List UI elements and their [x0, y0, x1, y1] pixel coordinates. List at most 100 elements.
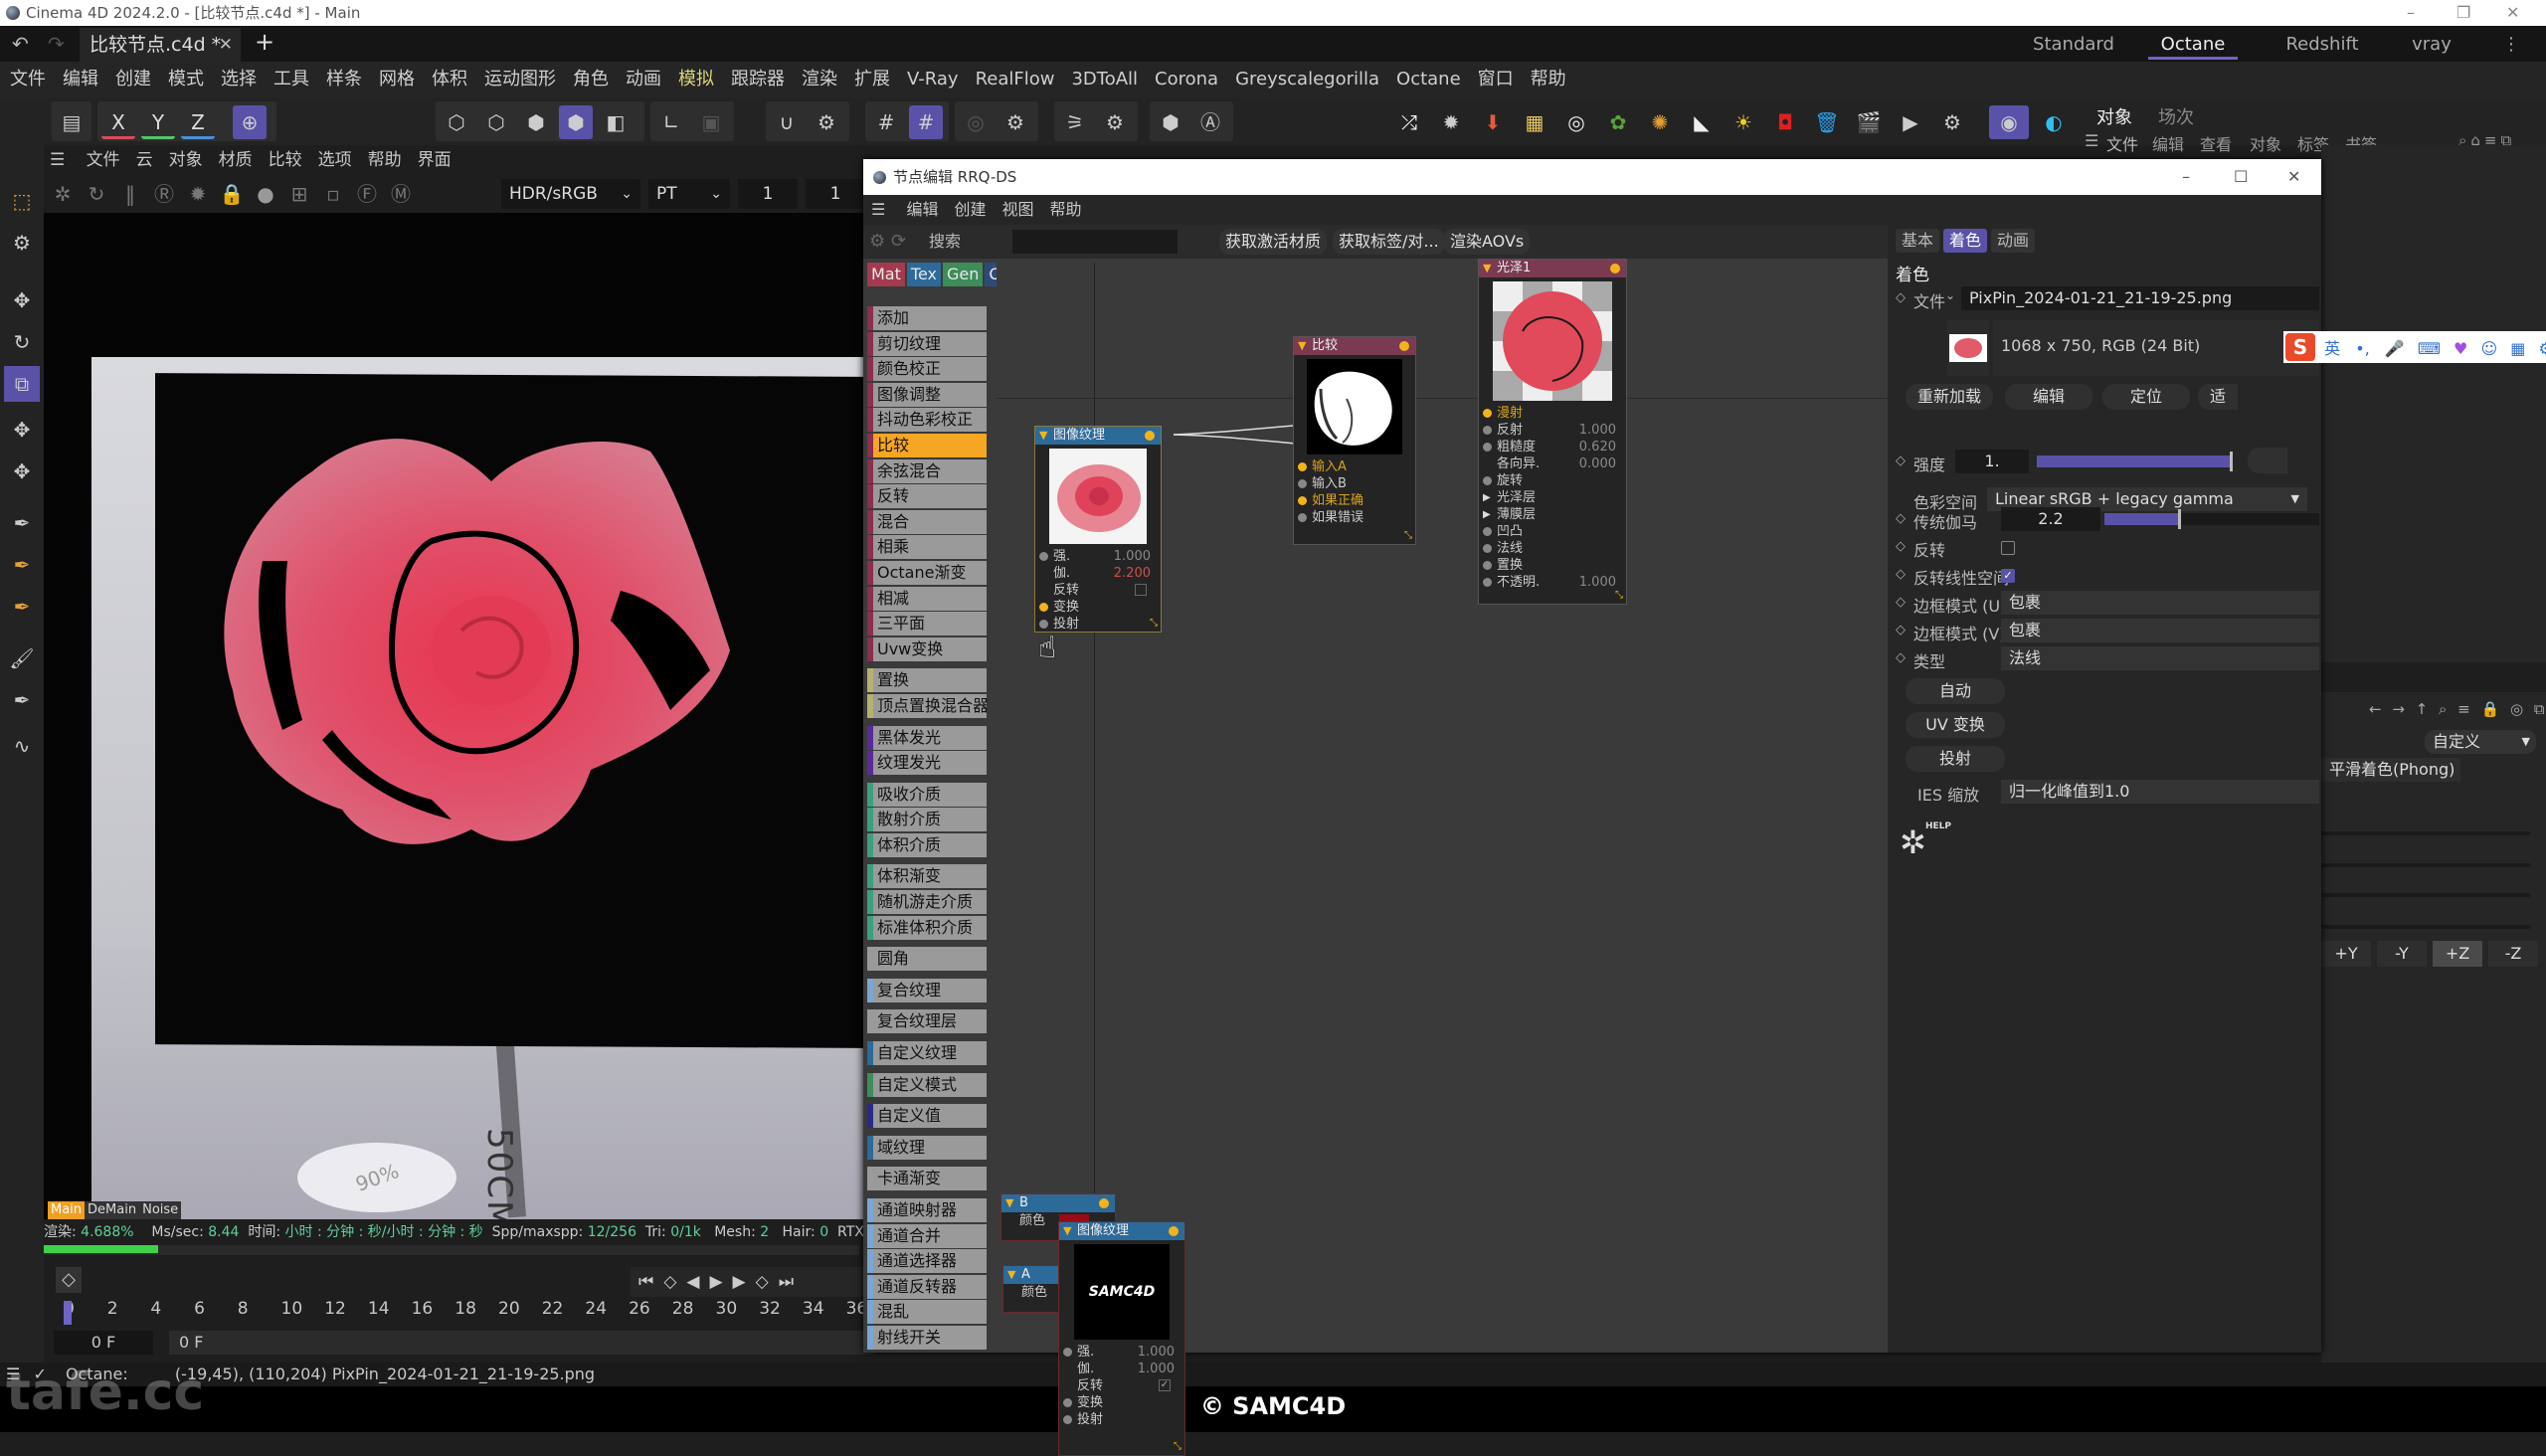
restart-render-icon[interactable]: ↻: [82, 179, 111, 209]
spline-pen-icon[interactable]: ✒: [4, 505, 40, 541]
snap-icon[interactable]: ∪: [770, 105, 804, 139]
view-minus-y-button[interactable]: -Y: [2377, 941, 2427, 967]
om-menu-file[interactable]: 文件: [2106, 131, 2138, 155]
output-port[interactable]: [1399, 341, 1409, 351]
menu-icon[interactable]: ☰: [50, 150, 65, 170]
aov-tab-noise[interactable]: Noise: [139, 1201, 182, 1219]
spotlight-icon[interactable]: ◣: [1685, 105, 1719, 139]
sogou-logo-icon[interactable]: S: [2285, 333, 2315, 361]
node-port-row[interactable]: 凹凸: [1479, 523, 1626, 540]
input-port[interactable]: [1483, 578, 1492, 587]
keyframe-diamond-icon[interactable]: ◇: [1896, 454, 1906, 468]
redo-icon[interactable]: ↷: [48, 32, 65, 56]
skin-icon[interactable]: ♥: [2454, 339, 2467, 358]
menu-mesh[interactable]: 网格: [379, 69, 415, 90]
node-list-item[interactable]: 随机游走介质: [867, 890, 987, 915]
close-tab-icon[interactable]: ✕: [219, 28, 233, 62]
node-header[interactable]: ▼ 光泽1: [1479, 260, 1626, 277]
node-list-item[interactable]: 剪切纹理: [867, 331, 987, 356]
ne-menu-help[interactable]: 帮助: [1049, 200, 1081, 219]
port-value[interactable]: 1.000: [1138, 1361, 1175, 1377]
menu-mode[interactable]: 模式: [168, 69, 204, 90]
menu-greyscalegorilla[interactable]: Greyscalegorilla: [1235, 69, 1379, 90]
aov-tab-main[interactable]: Main: [48, 1201, 86, 1219]
octane-help-icon[interactable]: ✲: [1900, 823, 1926, 861]
pause-icon[interactable]: ‖: [115, 179, 145, 209]
menu-edit[interactable]: 编辑: [63, 69, 98, 90]
cube-pen-icon[interactable]: ✒: [4, 547, 40, 583]
node-list-item[interactable]: 通道映射器: [867, 1198, 987, 1222]
live-selection-icon[interactable]: ⬚: [4, 183, 40, 219]
invert-checkbox[interactable]: [1135, 584, 1147, 596]
node-header[interactable]: ▼ 图像纹理: [1059, 1222, 1184, 1240]
knife-icon[interactable]: ✒: [4, 682, 40, 718]
input-port[interactable]: [1039, 552, 1048, 561]
next-frame-icon[interactable]: ▶: [733, 1272, 756, 1292]
output-port[interactable]: [1099, 1198, 1109, 1208]
input-port[interactable]: [1483, 409, 1492, 418]
output-port[interactable]: [1145, 431, 1155, 441]
node-list-item[interactable]: 复合纹理层: [867, 1009, 987, 1034]
keyframe-icon[interactable]: ◇: [56, 1267, 82, 1293]
output-port[interactable]: [1610, 264, 1620, 273]
menu-create[interactable]: 创建: [115, 69, 151, 90]
ne-menu-edit[interactable]: 编辑: [906, 200, 938, 219]
node-list-item[interactable]: 抖动色彩校正: [867, 408, 987, 433]
input-port[interactable]: [1483, 544, 1492, 553]
new-tab-icon[interactable]: +: [255, 28, 274, 56]
projection-button[interactable]: 投射: [1906, 746, 2005, 772]
menu-animate[interactable]: 动画: [626, 69, 661, 90]
collapse-triangle-icon[interactable]: ▼: [1039, 427, 1047, 445]
resize-grip-icon[interactable]: ⤡: [1615, 590, 1623, 601]
node-list-item[interactable]: 圆角: [867, 947, 987, 972]
node-list-item[interactable]: 通道合并: [867, 1223, 987, 1248]
lv-menu-cloud[interactable]: 云: [136, 150, 153, 170]
invert-checkbox[interactable]: [2001, 541, 2015, 555]
node-list-item[interactable]: 体积渐变: [867, 864, 987, 889]
ies-select[interactable]: 归一化峰值到1.0: [2001, 780, 2319, 804]
axis-x-toggle[interactable]: X: [101, 105, 135, 139]
port-value[interactable]: 2.200: [1114, 565, 1151, 582]
help-label[interactable]: HELP: [1925, 821, 1951, 831]
input-port[interactable]: [1483, 443, 1492, 452]
document-tab[interactable]: 比较节点.c4d * ✕: [80, 28, 241, 62]
menu-tools[interactable]: 工具: [273, 69, 309, 90]
multi-cube-icon[interactable]: ✒: [4, 589, 40, 625]
get-active-material-button[interactable]: 获取激活材质: [1219, 229, 1328, 255]
go-to-end-icon[interactable]: ⏭: [779, 1272, 804, 1292]
node-list-item[interactable]: 复合纹理: [867, 978, 987, 1002]
node-list-item[interactable]: 自定义值: [867, 1104, 987, 1129]
expand-arrow-icon[interactable]: ▶: [1483, 506, 1491, 523]
lv-menu-materials[interactable]: 材质: [219, 150, 253, 170]
play-icon[interactable]: ▶: [709, 1272, 732, 1292]
node-header[interactable]: ▼ 比较: [1294, 337, 1415, 355]
menu-spline[interactable]: 样条: [326, 69, 362, 90]
chevron-down-icon[interactable]: ⌄: [1945, 288, 1955, 302]
lv-menu-options[interactable]: 选项: [318, 150, 352, 170]
lv-menu-help[interactable]: 帮助: [368, 150, 402, 170]
focus-pick-icon[interactable]: Ⓕ: [352, 179, 382, 209]
object-list-icon[interactable]: ▤: [55, 105, 89, 139]
color-mode-select[interactable]: HDR/sRGB ⌄: [501, 179, 640, 209]
keyboard-icon[interactable]: ⌨: [2418, 339, 2441, 358]
view-plus-z-button[interactable]: +Z: [2433, 941, 2482, 967]
menu-help[interactable]: 帮助: [1531, 69, 1566, 90]
node-list-item[interactable]: 置换: [867, 668, 987, 693]
keyframe-diamond-icon[interactable]: ◇: [1896, 623, 1906, 637]
node-list-item[interactable]: 黑体发光: [867, 725, 987, 750]
power-slider[interactable]: [2037, 452, 2233, 471]
slider-handle[interactable]: [2230, 452, 2233, 471]
menu-mograph[interactable]: 运动图形: [484, 69, 556, 90]
node-list-item[interactable]: 颜色校正: [867, 357, 987, 382]
gamma-input[interactable]: 2.2: [2001, 507, 2100, 531]
edit-button[interactable]: 编辑: [2005, 384, 2092, 410]
node-port-row[interactable]: 反射 1.000: [1479, 422, 1626, 439]
keyframe-diamond-icon[interactable]: ◇: [1896, 539, 1906, 554]
node-port-row[interactable]: 变换: [1059, 1394, 1184, 1411]
workplane-icon[interactable]: ⚙: [999, 105, 1032, 139]
grid-lock-icon[interactable]: #: [909, 105, 943, 139]
auto-button[interactable]: 自动: [1906, 678, 2005, 704]
node-port-row[interactable]: 输入A: [1294, 458, 1415, 475]
tab-basic[interactable]: 基本: [1896, 229, 1939, 253]
texture-mode-icon[interactable]: ▣: [694, 105, 728, 139]
